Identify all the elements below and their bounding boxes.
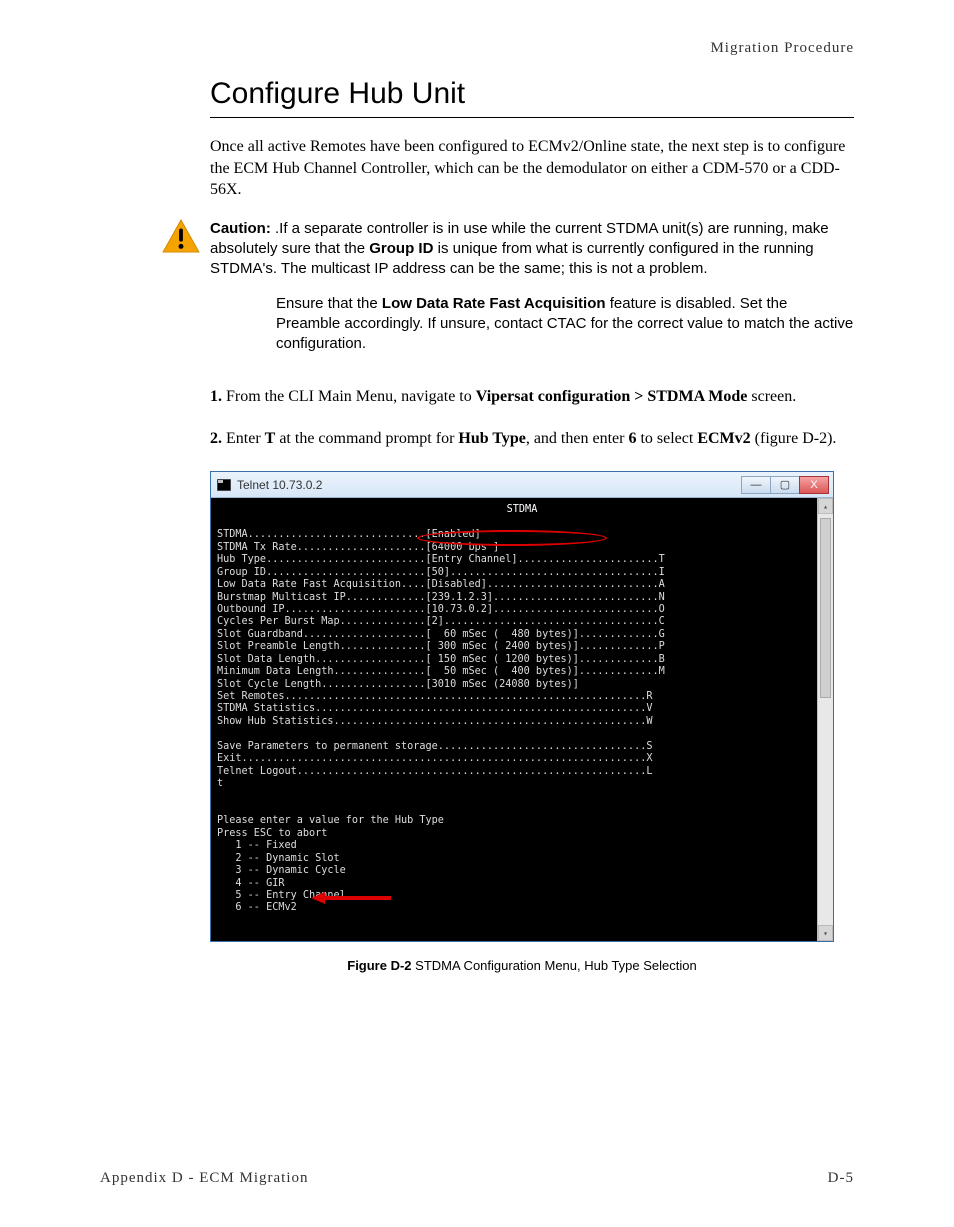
step-1-text-c: screen. <box>747 388 796 405</box>
caution-label: Caution: <box>210 220 271 237</box>
step-1-number: 1. <box>210 388 222 405</box>
terminal-scrollbar[interactable]: ▴ ▾ <box>817 498 833 941</box>
scroll-thumb[interactable] <box>820 518 831 698</box>
caution-paragraph-1: Caution: .If a separate controller is in… <box>210 219 854 280</box>
step-2: 2. Enter T at the command prompt for Hub… <box>210 428 854 450</box>
cmd-icon <box>217 479 231 491</box>
step-2-text-a: Enter <box>222 430 265 447</box>
step-2-number: 2. <box>210 430 222 447</box>
step-2-bold-ecmv2: ECMv2 <box>697 430 750 447</box>
page-title: Configure Hub Unit <box>210 77 854 118</box>
step-1-bold: Vipersat configuration > STDMA Mode <box>476 388 748 405</box>
step-2-text-c: at the command prompt for <box>275 430 458 447</box>
scroll-up-button[interactable]: ▴ <box>818 498 833 514</box>
terminal-body[interactable]: STDMA STDMA.............................… <box>211 498 833 941</box>
step-1: 1. From the CLI Main Menu, navigate to V… <box>210 386 854 408</box>
step-2-text-e: , and then enter <box>526 430 629 447</box>
caution-bold-groupid: Group ID <box>369 240 433 257</box>
window-titlebar[interactable]: Telnet 10.73.0.2 — ▢ X <box>211 472 833 498</box>
window-minimize-button[interactable]: — <box>741 476 771 494</box>
terminal-heading: STDMA <box>217 504 827 516</box>
terminal-text: STDMA.............................[Enabl… <box>217 517 827 927</box>
figure-caption-text: STDMA Configuration Menu, Hub Type Selec… <box>412 958 697 973</box>
page-header-right: Migration Procedure <box>100 40 854 57</box>
step-2-bold-t: T <box>265 430 276 447</box>
caution-text-2a: Ensure that the <box>276 295 382 312</box>
window-title: Telnet 10.73.0.2 <box>237 478 322 492</box>
intro-paragraph: Once all active Remotes have been config… <box>210 136 854 201</box>
caution-paragraph-2: Ensure that the Low Data Rate Fast Acqui… <box>276 294 854 355</box>
figure-label: Figure D-2 <box>347 958 411 973</box>
caution-bold-lowdatarate: Low Data Rate Fast Acquisition <box>382 295 606 312</box>
step-2-text-i: (figure D-2). <box>751 430 837 447</box>
window-close-button[interactable]: X <box>799 476 829 494</box>
terminal-screenshot: Telnet 10.73.0.2 — ▢ X STDMA STDMA......… <box>210 471 834 942</box>
caution-icon <box>162 219 200 258</box>
step-2-bold-hubtype: Hub Type <box>458 430 525 447</box>
figure-caption: Figure D-2 STDMA Configuration Menu, Hub… <box>210 958 834 973</box>
window-maximize-button[interactable]: ▢ <box>770 476 800 494</box>
step-1-text-a: From the CLI Main Menu, navigate to <box>222 388 476 405</box>
step-2-text-g: to select <box>636 430 697 447</box>
footer-left: Appendix D - ECM Migration <box>100 1170 308 1187</box>
footer-right: D-5 <box>828 1170 854 1187</box>
scroll-down-button[interactable]: ▾ <box>818 925 833 941</box>
